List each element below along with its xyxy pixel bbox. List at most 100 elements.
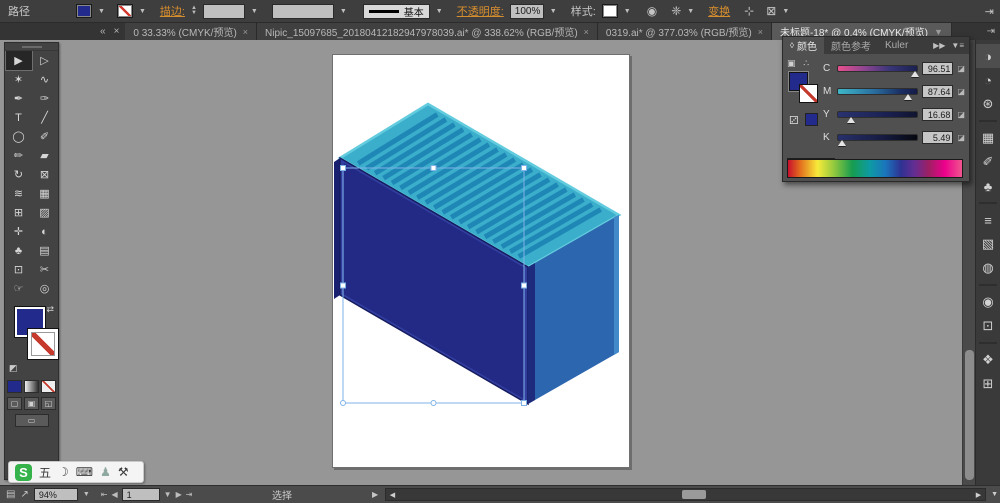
tool-perspective-grid[interactable]: ⊞ bbox=[6, 203, 32, 222]
screen-mode-button[interactable]: ▭ bbox=[14, 414, 49, 427]
expand-panel-icon[interactable]: ▶▶ bbox=[933, 41, 945, 50]
draw-inside-button[interactable]: ◱ bbox=[41, 397, 56, 410]
tab-scroll-left-icon[interactable]: « bbox=[100, 26, 106, 37]
tool-pencil[interactable]: ✏ bbox=[6, 146, 32, 165]
horizontal-scrollbar[interactable]: ◀ ▶ bbox=[385, 488, 986, 501]
sogou-logo[interactable]: S bbox=[15, 463, 32, 481]
tool-curvature[interactable]: ✑ bbox=[32, 89, 58, 108]
tool-zoom[interactable]: ◎ bbox=[32, 279, 58, 298]
tab-3-close-icon[interactable]: × bbox=[758, 27, 763, 37]
dock-color-icon[interactable]: ◑ bbox=[976, 44, 1000, 68]
tool-eyedropper[interactable]: ✛ bbox=[6, 222, 32, 241]
none-mode-button[interactable] bbox=[41, 380, 56, 393]
input-mode-label[interactable]: 五 bbox=[39, 464, 51, 481]
preferences-icon[interactable]: ❈ bbox=[671, 4, 681, 18]
artboard-number-field[interactable]: 1 bbox=[121, 488, 160, 501]
swap-fill-stroke-icon[interactable]: ⇄ bbox=[46, 304, 54, 315]
out-of-web-cube-icon[interactable]: ⚂ bbox=[789, 114, 799, 127]
slider-track-Y[interactable] bbox=[837, 111, 919, 123]
document-tab-3[interactable]: 0319.ai* @ 377.03% (RGB/预览) × bbox=[597, 23, 772, 40]
slider-value-M[interactable]: 87.64 bbox=[922, 85, 954, 98]
tool-magic-wand[interactable]: ✶ bbox=[6, 70, 32, 89]
stroke-dropdown-icon[interactable]: ▼ bbox=[139, 8, 146, 15]
tab-color[interactable]: ◊ 颜色 bbox=[783, 37, 824, 54]
launch-bridge-icon[interactable]: ↗ bbox=[20, 489, 28, 500]
opacity-field[interactable]: 100% bbox=[509, 3, 544, 19]
brush-dropdown-icon[interactable]: ▼ bbox=[436, 8, 443, 15]
prev-artboard-icon[interactable]: ◀ bbox=[111, 490, 117, 499]
vertical-scrollbar-thumb[interactable] bbox=[965, 350, 974, 480]
draw-normal-button[interactable]: ▢ bbox=[7, 397, 22, 410]
slider-handle-K[interactable] bbox=[838, 140, 847, 146]
sogou-input-bar[interactable]: S 五 ☽ ⌨ ♟ ⚒ bbox=[8, 461, 144, 483]
next-artboard-icon[interactable]: ▶ bbox=[176, 490, 182, 499]
tool-slice[interactable]: ✂ bbox=[32, 260, 58, 279]
keyboard-icon[interactable]: ⌨ bbox=[76, 465, 93, 479]
horizontal-scroll-track[interactable] bbox=[399, 489, 972, 500]
scroll-left-icon[interactable]: ◀ bbox=[386, 491, 399, 499]
color-spectrum-bar[interactable] bbox=[787, 159, 963, 178]
web-color-chip[interactable] bbox=[805, 113, 818, 126]
control-bar-menu-icon[interactable]: ⇥ bbox=[985, 5, 994, 18]
tab-1-close-icon[interactable]: × bbox=[243, 27, 248, 37]
dock-color-guide-icon[interactable]: ◔ bbox=[976, 68, 1000, 92]
tool-blend[interactable]: ◐ bbox=[32, 222, 58, 241]
default-fill-stroke-icon[interactable]: ◩ bbox=[9, 363, 18, 374]
preferences-dropdown-icon[interactable]: ▼ bbox=[687, 8, 694, 15]
invert-icon[interactable]: ∴ bbox=[803, 58, 809, 68]
doc-profile-icon[interactable]: ▤ bbox=[6, 489, 15, 500]
panel-menu-icon[interactable]: ▼≡ bbox=[951, 41, 964, 50]
tab-2-close-icon[interactable]: × bbox=[584, 27, 589, 37]
dock-brushes-icon[interactable]: ✐ bbox=[976, 150, 1000, 174]
tool-paintbrush[interactable]: ✐ bbox=[32, 127, 58, 146]
document-tab-2[interactable]: Nipic_15097685_20180412182947978039.ai* … bbox=[257, 23, 598, 40]
tool-free-transform[interactable]: ⊠ bbox=[32, 165, 58, 184]
fill-color-swatch[interactable] bbox=[76, 4, 92, 18]
zoom-dropdown-icon[interactable]: ▼ bbox=[83, 491, 90, 498]
tool-rotate[interactable]: ↻ bbox=[6, 165, 32, 184]
stroke-weight-field[interactable] bbox=[202, 3, 245, 19]
corner-resize-icon[interactable]: ▼ bbox=[991, 491, 998, 498]
slider-value-Y[interactable]: 16.68 bbox=[922, 108, 954, 121]
document-tab-1[interactable]: 0 33.33% (CMYK/预览) × bbox=[125, 23, 258, 40]
tool-direct-selection[interactable]: ▷ bbox=[32, 51, 58, 70]
gradient-mode-button[interactable] bbox=[24, 380, 39, 393]
transform-link[interactable]: 变换 bbox=[708, 3, 730, 19]
align-icon[interactable]: ⊹ bbox=[744, 4, 754, 18]
tool-selection[interactable]: ▶ bbox=[4, 50, 33, 71]
grayscale-icon[interactable]: ▣ bbox=[787, 58, 796, 68]
recolor-artwork-icon[interactable]: ◉ bbox=[647, 4, 657, 18]
tool-eraser[interactable]: ▰ bbox=[32, 146, 58, 165]
tab-kuler[interactable]: Kuler bbox=[878, 37, 915, 54]
tool-width[interactable]: ≋ bbox=[6, 184, 32, 203]
slider-track-C[interactable] bbox=[837, 65, 919, 77]
width-profile-field[interactable] bbox=[271, 3, 334, 19]
brush-definition-combo[interactable]: 基本 bbox=[362, 3, 430, 19]
stroke-weight-dropdown-icon[interactable]: ▼ bbox=[251, 8, 258, 15]
tool-mesh[interactable]: ▨ bbox=[32, 203, 58, 222]
tool-type[interactable]: T bbox=[6, 108, 32, 127]
tool-ellipse[interactable]: ◯ bbox=[6, 127, 32, 146]
dock-links-icon[interactable]: ⊡ bbox=[976, 314, 1000, 338]
slider-handle-M[interactable] bbox=[903, 94, 912, 100]
isolate-icon[interactable]: ⊠ bbox=[766, 4, 776, 18]
dock-artboards-icon[interactable]: ⊞ bbox=[976, 372, 1000, 396]
scroll-right-icon[interactable]: ▶ bbox=[972, 491, 985, 499]
tool-shape-builder[interactable]: ▦ bbox=[32, 184, 58, 203]
slider-track-M[interactable] bbox=[837, 88, 919, 100]
tool-pen[interactable]: ✒ bbox=[6, 89, 32, 108]
slider-value-K[interactable]: 5.49 bbox=[922, 131, 954, 144]
style-swatch[interactable] bbox=[601, 4, 618, 18]
tool-symbol-sprayer[interactable]: ♣ bbox=[6, 241, 32, 260]
stroke-color-swatch[interactable] bbox=[116, 4, 133, 18]
wrench-icon[interactable]: ⚒ bbox=[118, 465, 129, 479]
horizontal-scrollbar-thumb[interactable] bbox=[682, 490, 706, 499]
fill-dropdown-icon[interactable]: ▼ bbox=[98, 8, 105, 15]
first-artboard-icon[interactable]: ⇤ bbox=[101, 490, 108, 499]
toolbar-stroke-swatch[interactable] bbox=[27, 328, 59, 360]
opacity-link[interactable]: 不透明度: bbox=[457, 3, 504, 19]
tools-panel-grip[interactable] bbox=[5, 43, 58, 51]
opacity-dropdown-icon[interactable]: ▼ bbox=[550, 8, 557, 15]
tool-hand[interactable]: ☞ bbox=[6, 279, 32, 298]
dock-appearance-icon[interactable]: ⊛ bbox=[976, 92, 1000, 116]
